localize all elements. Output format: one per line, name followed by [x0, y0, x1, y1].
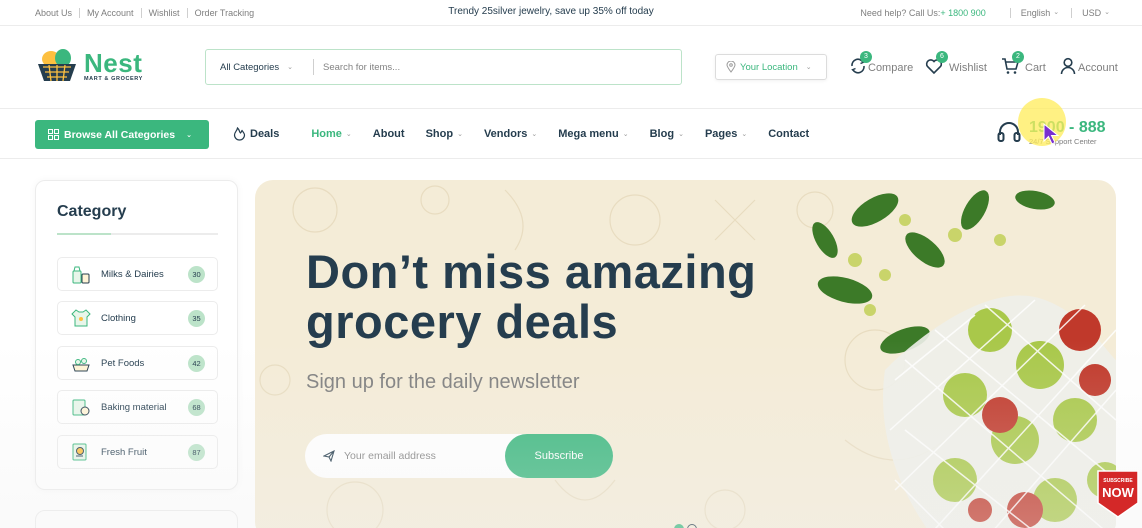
account-label: Account — [1078, 62, 1118, 74]
search-bar: All Categories ⌄ Search for items... — [205, 49, 682, 85]
wishlist-badge: 6 — [936, 51, 948, 63]
nav-about[interactable]: About — [373, 128, 405, 140]
compare-label: Compare — [868, 62, 914, 74]
nav-deals[interactable]: Deals — [233, 127, 279, 141]
category-item-fresh-fruit[interactable]: Fresh Fruit 87 — [57, 435, 218, 469]
category-count: 68 — [188, 398, 205, 416]
top-right: Need help? Call Us:+ 1800 900 English ⌄ U… — [860, 8, 1110, 18]
pet-food-icon — [72, 358, 90, 372]
logo-name: Nest — [84, 47, 143, 78]
newsletter-email-input[interactable]: Your emaill address — [344, 450, 436, 462]
newsletter-form: Your emaill address Subscribe — [305, 434, 613, 478]
grid-icon — [48, 129, 59, 140]
category-item-milks-dairies[interactable]: Milks & Dairies 30 — [57, 257, 218, 291]
send-icon — [323, 450, 335, 462]
user-icon — [1060, 57, 1076, 75]
chevron-down-icon: ⌄ — [531, 131, 538, 138]
chevron-down-icon: ⌄ — [186, 131, 192, 139]
logo-tagline: MART & GROCERY — [84, 75, 143, 82]
hero-headline: Don’t miss amazing grocery deals — [306, 247, 756, 347]
subscribe-button[interactable]: Subscribe — [505, 434, 613, 478]
search-input[interactable]: Search for items... — [323, 62, 400, 73]
subscribe-badge-top: SUBSCRIBE — [1103, 478, 1133, 484]
hero-headline-line2: grocery deals — [306, 295, 619, 348]
slider-dots — [674, 524, 697, 528]
cart-label: Cart — [1025, 62, 1046, 74]
secondary-sidebar-widget — [35, 510, 238, 528]
category-item-pet-foods[interactable]: Pet Foods 42 — [57, 346, 218, 380]
nav-shop[interactable]: Shop ⌄ — [426, 128, 463, 140]
compare-button[interactable]: 3 Compare — [849, 51, 914, 75]
category-count: 30 — [188, 265, 205, 283]
subscribe-now-badge[interactable]: SUBSCRIBE NOW — [1094, 467, 1142, 519]
chevron-down-icon: ⌄ — [1104, 9, 1110, 16]
sidebar-title: Category — [57, 203, 127, 220]
browse-categories-button[interactable]: Browse All Categories ⌄ — [35, 120, 209, 149]
slider-dot-2[interactable] — [687, 524, 697, 528]
logo[interactable]: Nest MART & GROCERY — [34, 47, 143, 85]
fire-icon — [233, 127, 246, 141]
basket-logo-icon — [38, 49, 76, 82]
search-divider — [313, 59, 314, 75]
nav-home[interactable]: Home ⌄ — [311, 128, 351, 140]
chevron-down-icon: ⌄ — [1053, 9, 1060, 16]
slider-dot-1[interactable] — [674, 524, 684, 528]
menu: Deals Home ⌄ About Shop ⌄ Vendors ⌄ Mega me… — [233, 127, 830, 141]
chevron-down-icon: ⌄ — [741, 131, 748, 138]
category-count: 42 — [188, 354, 205, 372]
help-phone[interactable]: + 1800 900 — [940, 8, 985, 18]
category-count: 35 — [188, 309, 205, 327]
category-sidebar: Category Milks & Dairies 30 Clothing 35 … — [35, 180, 238, 490]
hero-headline-line1: Don’t miss amazing — [306, 245, 757, 298]
location-select[interactable]: Your Location ⌄ — [715, 54, 827, 80]
chevron-down-icon: ⌄ — [805, 64, 812, 71]
wishlist-button[interactable]: 6 Wishlist — [925, 51, 987, 75]
cart-badge: 2 — [1012, 51, 1024, 63]
category-item-baking-material[interactable]: Baking material 68 — [57, 390, 218, 424]
clothing-icon — [71, 309, 91, 327]
currency-selector[interactable]: USD ⌄ — [1071, 8, 1110, 18]
search-category-select[interactable]: All Categories ⌄ — [206, 62, 313, 73]
baking-icon — [72, 399, 90, 416]
wishlist-label: Wishlist — [949, 62, 987, 74]
nav-vendors[interactable]: Vendors ⌄ — [484, 128, 537, 140]
fruit-icon — [72, 443, 87, 461]
chevron-down-icon: ⌄ — [678, 131, 684, 138]
chevron-down-icon: ⌄ — [287, 64, 294, 71]
help-text: Need help? Call Us:+ 1800 900 — [860, 8, 986, 18]
cart-button[interactable]: 2 Cart — [1001, 51, 1046, 75]
category-item-clothing[interactable]: Clothing 35 — [57, 301, 218, 335]
compare-badge: 3 — [860, 51, 872, 63]
main-nav: Browse All Categories ⌄ Deals Home ⌄ Abou… — [0, 110, 1142, 159]
top-bar: About Us My Account Wishlist Order Track… — [0, 0, 1142, 26]
milk-icon — [72, 266, 90, 284]
map-pin-icon — [726, 61, 736, 73]
hero-subtitle: Sign up for the daily newsletter — [306, 371, 580, 393]
chevron-down-icon: ⌄ — [345, 131, 352, 138]
hero-banner: Don’t miss amazing grocery deals Sign up… — [255, 180, 1116, 528]
category-count: 87 — [188, 443, 205, 461]
nav-contact[interactable]: Contact — [768, 128, 809, 140]
nav-mega-menu[interactable]: Mega menu ⌄ — [558, 128, 628, 140]
header: Nest MART & GROCERY All Categories ⌄ Sea… — [0, 27, 1142, 109]
subscribe-badge-main: NOW — [1102, 485, 1134, 500]
apple-net-bag-image — [812, 190, 1116, 528]
sidebar-title-underline — [57, 233, 218, 235]
mouse-cursor-icon — [1043, 122, 1060, 145]
account-button[interactable]: Account — [1059, 57, 1118, 75]
nav-blog[interactable]: Blog ⌄ — [650, 128, 684, 140]
nav-pages[interactable]: Pages ⌄ — [705, 128, 747, 140]
chevron-down-icon: ⌄ — [622, 131, 629, 138]
language-selector[interactable]: English ⌄ — [1009, 8, 1060, 18]
chevron-down-icon: ⌄ — [457, 131, 463, 138]
